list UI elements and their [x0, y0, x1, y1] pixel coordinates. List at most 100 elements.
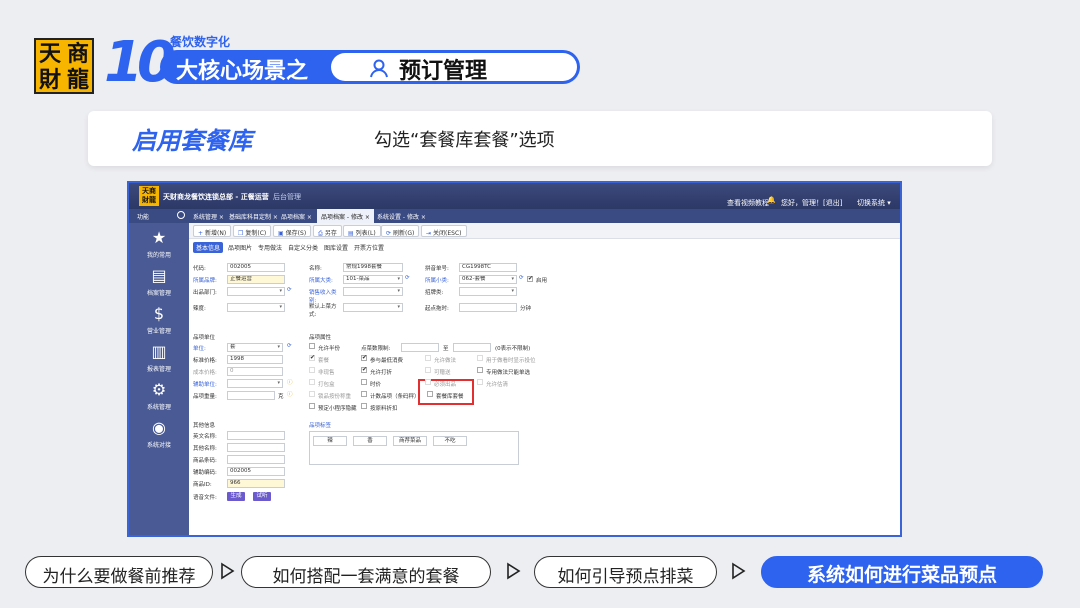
aux-unit-select[interactable] — [227, 379, 283, 388]
new-button[interactable]: + 新增(N) — [193, 225, 232, 237]
subtab-gallery[interactable]: 图库设置 — [321, 242, 351, 253]
serve-select[interactable] — [343, 303, 403, 312]
generate-button[interactable]: 生成 — [227, 492, 245, 501]
help-link[interactable]: 查看视频教程 — [727, 198, 769, 208]
copy-button[interactable]: ❐ 复制(C) — [233, 225, 272, 237]
tag-fragrant[interactable]: 香 — [353, 436, 387, 446]
subtab-bar: 基本信息 品项图片 专用做法 自定义分类 图库设置 开票方位置 — [189, 241, 900, 253]
prop-checkbox[interactable] — [427, 391, 433, 397]
nav-step-4[interactable]: 系统如何进行菜品预点 — [761, 556, 1043, 588]
play-arrow-icon — [507, 562, 521, 580]
prop-checkbox[interactable] — [361, 354, 367, 361]
tags-section-title: 品项标签 — [309, 423, 332, 429]
tag-spicy[interactable]: 辣 — [313, 436, 347, 446]
item-id-input[interactable]: 966 — [227, 479, 285, 488]
prop-checkbox[interactable] — [361, 379, 367, 385]
plus-icon: + — [198, 230, 204, 237]
brand-input[interactable]: 正餐运营 — [227, 275, 285, 284]
english-input[interactable] — [227, 431, 285, 440]
sidebar-item-favorites[interactable]: ★ 我的常用 — [129, 229, 189, 260]
collapse-icon[interactable] — [177, 211, 185, 219]
nav-step-2[interactable]: 如何搭配一套满意的套餐 — [241, 556, 491, 588]
greeting-logout[interactable]: 您好，管理！[退出] — [781, 198, 842, 208]
save-as-button[interactable]: ⎙ 另存 — [313, 225, 342, 237]
prop-checkbox — [309, 391, 315, 397]
refresh-icon[interactable]: ⟳ — [287, 343, 292, 349]
subtab-images[interactable]: 品项图片 — [225, 242, 255, 253]
minbuy-from[interactable] — [401, 343, 439, 352]
subtab-basic[interactable]: 基本信息 — [193, 242, 224, 253]
prop-checkbox-label: 参与最低消费 — [370, 358, 404, 364]
tag-select[interactable] — [459, 287, 517, 296]
prop-checkbox[interactable] — [361, 366, 367, 373]
close-button[interactable]: ⇥ 关闭(ESC) — [421, 225, 467, 237]
refresh-icon[interactable]: ⟳ — [287, 287, 292, 293]
enabled-checkbox[interactable] — [527, 275, 533, 282]
subtab-custom-category[interactable]: 自定义分类 — [285, 242, 321, 253]
tab-system-manage[interactable]: 系统管理 × — [189, 209, 228, 223]
list-button[interactable]: ▤ 列表(L) — [343, 225, 381, 237]
sidebar-item-reports[interactable]: ▥ 报表管理 — [129, 343, 189, 374]
nav-step-1[interactable]: 为什么要做餐前推荐 — [25, 556, 213, 588]
switch-system[interactable]: 切换系统 ▾ — [857, 198, 891, 208]
info-icon[interactable]: ⓘ — [287, 390, 293, 398]
play-arrow-icon — [732, 562, 746, 580]
sidebar-item-business[interactable]: $ 营业管理 — [129, 305, 189, 336]
minbuy-label: 点菜数限制: — [361, 346, 391, 352]
prop-section-title: 品项属性 — [309, 335, 332, 341]
pinyin-input[interactable]: CG1998TC — [459, 263, 517, 272]
unit-select[interactable]: 套 — [227, 343, 283, 352]
smallcat-select[interactable]: 062-套餐 — [459, 275, 517, 284]
other-name-input[interactable] — [227, 443, 285, 452]
name-input[interactable]: 常规1998套餐 — [343, 263, 403, 272]
brand-label: 所属品牌: — [193, 278, 217, 284]
prop-checkbox — [309, 367, 315, 373]
halfportion-checkbox[interactable] — [309, 343, 315, 349]
bigcat-label: 所属大类: — [309, 278, 333, 284]
button-label: 刷新(G) — [393, 230, 415, 237]
sidebar-item-integration[interactable]: ◉ 系统对接 — [129, 419, 189, 450]
tab-item-archive[interactable]: 品项档案 × — [277, 209, 316, 223]
refresh-icon[interactable]: ⟳ — [519, 275, 524, 281]
minbuy-to[interactable] — [453, 343, 491, 352]
prop-checkbox[interactable] — [361, 403, 367, 409]
sidebar-label: 报表管理 — [146, 366, 171, 373]
prop-checkbox[interactable] — [477, 367, 483, 373]
bell-icon[interactable]: 🔔 — [767, 196, 776, 204]
info-icon[interactable]: ⓘ — [287, 378, 293, 386]
subtab-invoice[interactable]: 开票方位置 — [351, 242, 387, 253]
save-button[interactable]: ▣ 保存(S) — [273, 225, 312, 237]
prop-checkbox[interactable] — [309, 403, 315, 409]
exit-icon: ⇥ — [426, 230, 432, 237]
nav-step-3[interactable]: 如何引导预点排菜 — [534, 556, 717, 588]
aux-code-input[interactable]: 002005 — [227, 467, 285, 476]
weight-input[interactable] — [227, 391, 275, 400]
code-input[interactable]: 002005 — [227, 263, 285, 272]
sell-select[interactable] — [343, 287, 403, 296]
prop-checkbox[interactable] — [361, 391, 367, 397]
tab-settings-edit[interactable]: 系统设置 - 修改 × — [373, 209, 430, 223]
bigcat-select[interactable]: 101-菜品 — [343, 275, 403, 284]
sidebar-item-archive[interactable]: ▤ 档案管理 — [129, 267, 189, 298]
tag-avoid[interactable]: 不吃 — [433, 436, 467, 446]
tab-item-edit[interactable]: 品项档案 - 修改 × — [317, 209, 374, 223]
subtab-methods[interactable]: 专用做法 — [255, 242, 285, 253]
item-barcode-input[interactable] — [227, 455, 285, 464]
refresh-button[interactable]: ⟳ 刷新(G) — [381, 225, 420, 237]
temp-select[interactable] — [227, 303, 285, 312]
listen-button[interactable]: 试听 — [253, 492, 271, 501]
weight-unit: 克 — [278, 394, 284, 400]
app-sidebar: ★ 我的常用 ▤ 档案管理 $ 营业管理 ▥ 报表管理 ⚙ 系统管理 ◉ 系统对… — [129, 223, 189, 535]
tag-recommended[interactable]: 商荐菜品 — [393, 436, 427, 446]
time-input[interactable] — [459, 303, 517, 312]
tab-subject-custom[interactable]: 基础库科目定制 × — [225, 209, 282, 223]
cost-input[interactable]: 0 — [227, 367, 283, 376]
sidebar-item-system[interactable]: ⚙ 系统管理 — [129, 380, 189, 412]
unit-label: 单位: — [193, 346, 206, 352]
gears-icon: ⚙ — [151, 380, 167, 399]
dept-select[interactable] — [227, 287, 285, 296]
prop-checkbox — [309, 379, 315, 385]
price-input[interactable]: 1998 — [227, 355, 283, 364]
app-title: 天财商龙餐饮连锁总部 - 正餐运营 — [163, 193, 269, 201]
refresh-icon[interactable]: ⟳ — [405, 275, 410, 281]
